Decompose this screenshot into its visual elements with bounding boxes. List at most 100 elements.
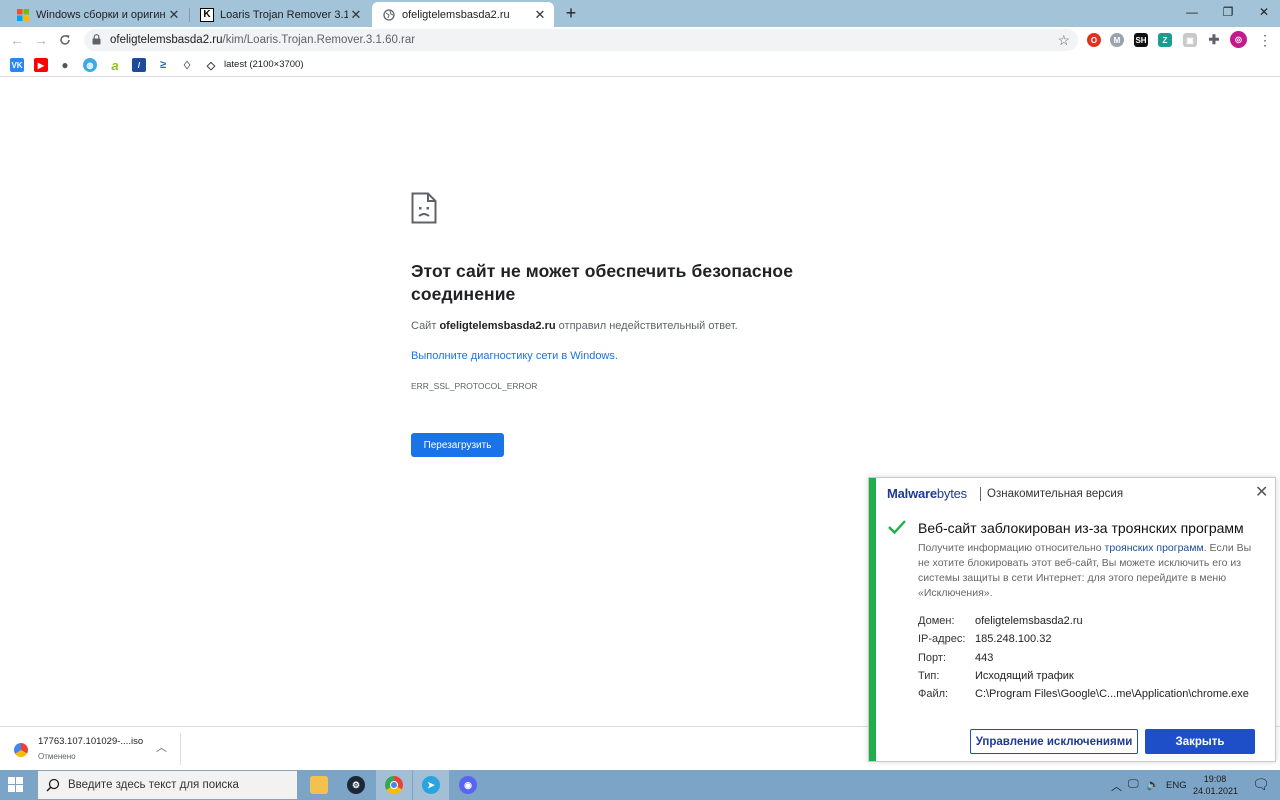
chrome-menu-icon[interactable]: ⋮ [1258,33,1272,47]
a-bookmark-icon[interactable]: a [108,58,122,73]
globe-icon [382,8,396,22]
error-description: Сайт ofeligtelemsbasda2.ru отправил неде… [411,320,738,332]
chrome-icon [385,776,403,794]
volume-muted-icon[interactable]: 🔈 [1146,778,1160,791]
notification-body: Получите информацию относительно троянск… [918,541,1258,601]
diamond-bookmark-icon[interactable]: ♢ [180,58,194,72]
back-icon[interactable]: ← [8,31,26,49]
trial-label: Ознакомительная версия [987,488,1124,500]
bookmark-star-icon[interactable]: ☆ [1057,32,1070,49]
browser-toolbar: ← → ofeligtelemsbasda2.ru/kim/Loaris.Tro… [0,27,1280,53]
error-title: Этот сайт не может обеспечить безопасное… [411,261,794,304]
vk-bookmark-icon[interactable]: VK [10,58,24,72]
tab-title: Loaris Trojan Remover 3.1.60 + Cr [220,8,348,21]
diagnostics-link[interactable]: Выполните диагностику сети в Windows [411,350,615,362]
tab-close-icon[interactable]: ✕ [166,7,182,23]
notifications-icon[interactable]: 🗨 [1252,776,1270,793]
detail-value: 443 [975,652,994,664]
url-path: /kim/Loaris.Trojan.Remover.3.1.60.rar [222,34,416,46]
opera-extension-icon[interactable]: O [1087,33,1101,47]
detail-row-ip: IP-адрес: 185.248.100.32 [918,633,1051,645]
desc-prefix: Сайт [411,320,437,332]
close-button[interactable]: Закрыть [1145,729,1255,754]
chevron-up-icon[interactable]: ︿ [1111,778,1122,794]
language-indicator[interactable]: ENG [1166,780,1187,791]
windows-start-icon[interactable] [8,777,24,793]
apple-bookmark-icon[interactable]: ● [58,58,72,72]
tab-close-icon[interactable]: ✕ [532,7,548,23]
logo-bold: Malware [887,486,937,501]
clock-time: 19:08 [1203,774,1227,784]
gem-bookmark-icon[interactable]: ◇ [204,58,218,72]
error-code: ERR_SSL_PROTOCOL_ERROR [411,381,538,391]
tab-ofeligtelemsbasda2[interactable]: ofeligtelemsbasda2.ru ✕ [372,2,554,27]
tab-title: ofeligtelemsbasda2.ru [402,8,510,21]
detail-row-type: Тип: Исходящий трафик [918,670,1074,682]
bookmark-latest[interactable]: latest (2100×3700) [224,59,304,70]
status-stripe [869,478,876,761]
address-bar[interactable]: ofeligtelemsbasda2.ru/kim/Loaris.Trojan.… [84,29,1078,51]
taskbar-telegram[interactable]: ➤ [413,770,449,800]
slash-bookmark-icon[interactable]: / [132,58,146,72]
search-icon [46,778,60,792]
z-extension-icon[interactable]: Z [1158,33,1172,47]
chrome-download-icon [14,743,28,757]
search-placeholder: Введите здесь текст для поиска [68,779,239,791]
logo-rest: bytes [936,486,967,501]
desc-host: ofeligtelemsbasda2.ru [439,320,556,332]
logo-divider [980,487,981,501]
tab-title: Windows сборки и оригинальные [36,8,166,21]
checkmark-icon [887,518,907,536]
reload-button[interactable]: Перезагрузить [411,433,504,457]
detail-key: IP-адрес: [918,633,966,645]
k-site-icon: K [200,7,214,22]
taskbar-chrome[interactable] [376,770,412,800]
m-extension-icon[interactable]: M [1110,33,1124,47]
detail-key: Порт: [918,652,946,664]
signal-bookmark-icon[interactable]: ≥ [156,58,170,72]
diagnostics-line: Выполните диагностику сети в Windows. [411,350,618,362]
image-extension-icon[interactable]: ▣ [1183,33,1197,47]
windows-logo-icon [16,8,30,22]
detail-row-file: Файл: C:\Program Files\Google\C...me\Appl… [918,688,1249,700]
desc-suffix: отправил недействительный ответ. [558,320,738,332]
chevron-up-icon[interactable]: ︿ [156,739,167,755]
taskbar-clock[interactable]: 19:08 24.01.2021 [1193,773,1239,797]
trojans-link[interactable]: троянских программ [1105,542,1204,554]
detail-row-port: Порт: 443 [918,652,993,664]
sad-page-icon [411,192,437,224]
malwarebytes-notification: Malwarebytes Ознакомительная версия ✕ Ве… [868,477,1276,762]
forward-icon[interactable]: → [32,31,50,49]
download-filename: 17763.107.101029-....iso [38,736,144,747]
taskbar: Введите здесь текст для поиска ⚙ ➤ ◉ ︿ 🖵… [0,770,1280,800]
reload-icon[interactable] [56,31,74,49]
taskbar-search-box[interactable]: Введите здесь текст для поиска [37,770,298,800]
bookmarks-bar: VK ▶ ● ◍ a / ≥ ♢ ◇ latest (2100×3700) [0,53,1280,77]
minimize-button[interactable]: — [1174,0,1210,24]
taskbar-steam[interactable]: ⚙ [338,770,374,800]
discord-icon: ◉ [459,776,477,794]
tab-windows-builds[interactable]: Windows сборки и оригинальные ✕ [6,2,188,27]
manage-exclusions-button[interactable]: Управление исключениями [970,729,1138,754]
extensions-puzzle-icon[interactable]: ✚ [1207,32,1221,47]
clock-date: 24.01.2021 [1193,786,1239,796]
download-item[interactable]: 17763.107.101029-....iso Отменено ︿ [10,733,180,765]
diagnostics-dot: . [614,350,618,362]
notification-headline: Веб-сайт заблокирован из-за троянских пр… [918,520,1244,536]
network-icon[interactable]: 🖵 [1128,778,1139,791]
sh-extension-icon[interactable]: SH [1134,33,1148,47]
tab-close-icon[interactable]: ✕ [348,7,364,23]
profile-avatar[interactable]: ◎ [1230,31,1247,48]
taskbar-discord[interactable]: ◉ [450,770,486,800]
tab-loaris[interactable]: K Loaris Trojan Remover 3.1.60 + Cr ✕ [190,2,370,27]
restore-button[interactable]: ❐ [1210,0,1246,24]
taskbar-explorer[interactable] [301,770,337,800]
url-host: ofeligtelemsbasda2.ru [110,34,223,46]
close-icon[interactable]: ✕ [1255,482,1268,502]
youtube-bookmark-icon[interactable]: ▶ [34,58,48,72]
close-window-button[interactable]: ✕ [1246,0,1280,24]
globe-bookmark-icon[interactable]: ◍ [83,58,97,72]
detail-value: 185.248.100.32 [975,633,1052,645]
detail-value: C:\Program Files\Google\C...me\Applicati… [975,688,1249,700]
new-tab-button[interactable]: + [561,3,581,23]
